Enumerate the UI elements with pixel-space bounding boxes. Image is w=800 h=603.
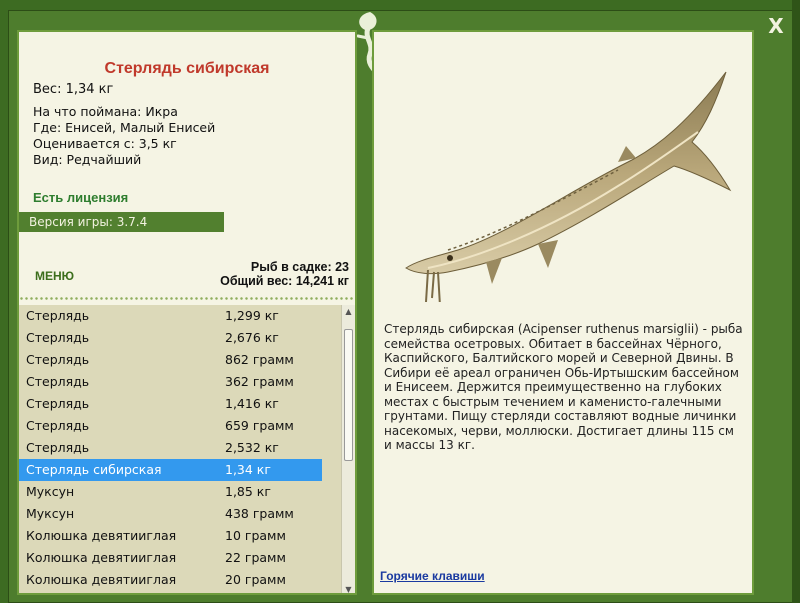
- list-item-weight: 22 грамм: [225, 550, 286, 565]
- list-scrollbar[interactable]: ▲ ▼: [341, 305, 355, 593]
- list-item[interactable]: Стерлядь сибирская 1,34 кг: [19, 459, 322, 481]
- license-status: Есть лицензия: [33, 190, 129, 205]
- fish-details-panel: Стерлядь сибирская (Acipenser ruthenus m…: [372, 30, 754, 595]
- dotted-divider: [19, 296, 355, 302]
- scroll-down-arrow-icon[interactable]: ▼: [342, 583, 355, 593]
- list-item-name: Стерлядь: [26, 418, 90, 433]
- list-item-name: Стерлядь: [26, 440, 90, 455]
- list-item-weight: 20 грамм: [225, 572, 286, 587]
- list-item-weight: 1,34 кг: [225, 462, 271, 477]
- list-item-weight: 438 грамм: [225, 506, 294, 521]
- list-item-name: Колюшка девятииглая: [26, 550, 177, 565]
- list-item[interactable]: Стерлядь 862 грамм: [19, 349, 339, 371]
- list-item[interactable]: Муксун 1,85 кг: [19, 481, 339, 503]
- fish-weight: Вес: 1,34 кг: [33, 82, 114, 97]
- fish-title: Стерлядь сибирская: [104, 60, 270, 77]
- total-weight: Общий вес: 14,241 кг: [220, 274, 349, 288]
- scroll-thumb[interactable]: [344, 329, 353, 461]
- fish-location: Где: Енисей, Малый Енисей: [33, 120, 216, 135]
- list-item[interactable]: Стерлядь 1,416 кг: [19, 393, 339, 415]
- catch-list[interactable]: Стерлядь 1,299 кг Стерлядь 2,676 кг Стерлядь…: [19, 305, 355, 593]
- list-item-weight: 10 грамм: [225, 528, 286, 543]
- list-item-name: Стерлядь: [26, 374, 90, 389]
- hotkeys-link[interactable]: Горячие клавиши: [380, 569, 485, 583]
- list-item-name: Муксун: [26, 506, 75, 521]
- list-item-name: Стерлядь: [26, 396, 90, 411]
- game-version: Версия игры: 3.7.4: [19, 212, 224, 232]
- list-item-weight: 2,532 кг: [225, 440, 279, 455]
- menu-button[interactable]: МЕНЮ: [35, 269, 74, 283]
- list-item-name: Колюшка девятииглая: [26, 572, 177, 587]
- list-item-name: Муксун: [26, 484, 75, 499]
- list-item-weight: 862 грамм: [225, 352, 294, 367]
- window-edge: [792, 0, 800, 603]
- list-item-weight: 1,299 кг: [225, 308, 279, 323]
- list-item-name: Стерлядь: [26, 308, 90, 323]
- list-item-weight: 1,85 кг: [225, 484, 271, 499]
- list-item[interactable]: Стерлядь 2,532 кг: [19, 437, 339, 459]
- list-item-name: Стерлядь сибирская: [26, 462, 162, 477]
- list-item-weight: 1,416 кг: [225, 396, 279, 411]
- list-item-weight: 2,676 кг: [225, 330, 279, 345]
- list-item[interactable]: Колюшка девятииглая 20 грамм: [19, 569, 339, 591]
- fish-info: На что поймана: Икра Где: Енисей, Малый …: [33, 104, 215, 168]
- list-item-name: Стерлядь: [26, 352, 90, 367]
- scroll-up-arrow-icon[interactable]: ▲: [342, 305, 355, 319]
- list-item[interactable]: Стерлядь 2,676 кг: [19, 327, 339, 349]
- list-item[interactable]: Муксун 438 грамм: [19, 503, 339, 525]
- list-item[interactable]: Стерлядь 659 грамм: [19, 415, 339, 437]
- list-item-name: Колюшка девятииглая: [26, 528, 177, 543]
- list-item[interactable]: Колюшка девятииглая 22 грамм: [19, 547, 339, 569]
- list-item[interactable]: Стерлядь 1,299 кг: [19, 305, 339, 327]
- fish-valuation: Оценивается с: 3,5 кг: [33, 136, 177, 151]
- fish-bait: На что поймана: Икра: [33, 104, 178, 119]
- list-item[interactable]: Колюшка девятииглая 10 грамм: [19, 525, 339, 547]
- list-item-weight: 362 грамм: [225, 374, 294, 389]
- fish-count: Рыб в садке: 23: [250, 260, 349, 274]
- list-item-name: Стерлядь: [26, 330, 90, 345]
- close-button[interactable]: X: [762, 12, 790, 40]
- catch-rows: Стерлядь 1,299 кг Стерлядь 2,676 кг Стерлядь…: [19, 305, 339, 591]
- sterlet-fish-image: [405, 71, 732, 302]
- fish-rarity: Вид: Редчайший: [33, 152, 142, 167]
- list-item-weight: 659 грамм: [225, 418, 294, 433]
- catch-info-panel: Стерлядь сибирская Вес: 1,34 кг На что п…: [17, 30, 357, 595]
- list-item[interactable]: Стерлядь 362 грамм: [19, 371, 339, 393]
- fish-description: Стерлядь сибирская (Acipenser ruthenus m…: [384, 322, 743, 452]
- keepnet-stats: Рыб в садке: 23 Общий вес: 14,241 кг: [220, 260, 349, 288]
